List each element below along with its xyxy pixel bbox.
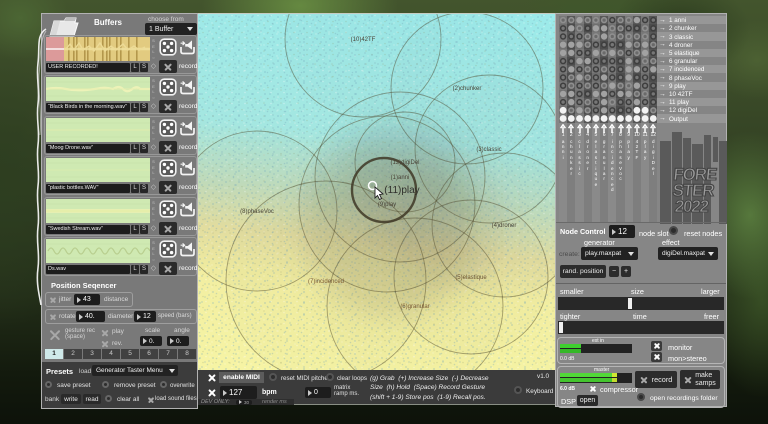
svg-text:(9)play: (9)play xyxy=(378,202,396,208)
svg-text:(5)elastique: (5)elastique xyxy=(455,275,487,281)
svg-text:(8)phaseVoc: (8)phaseVoc xyxy=(240,209,274,215)
svg-text:(10)42TF: (10)42TF xyxy=(351,37,376,43)
svg-text:(4)droner: (4)droner xyxy=(492,223,517,229)
svg-text:(3)classic: (3)classic xyxy=(476,147,501,153)
svg-text:(1)anni: (1)anni xyxy=(391,175,410,181)
svg-text:(7)incidenced: (7)incidenced xyxy=(308,279,344,285)
svg-text:(2)chunker: (2)chunker xyxy=(453,86,482,92)
svg-text:(12)digiDel: (12)digiDel xyxy=(390,160,419,166)
svg-text:(11)play: (11)play xyxy=(384,185,419,196)
svg-text:(6)granular: (6)granular xyxy=(400,304,429,310)
